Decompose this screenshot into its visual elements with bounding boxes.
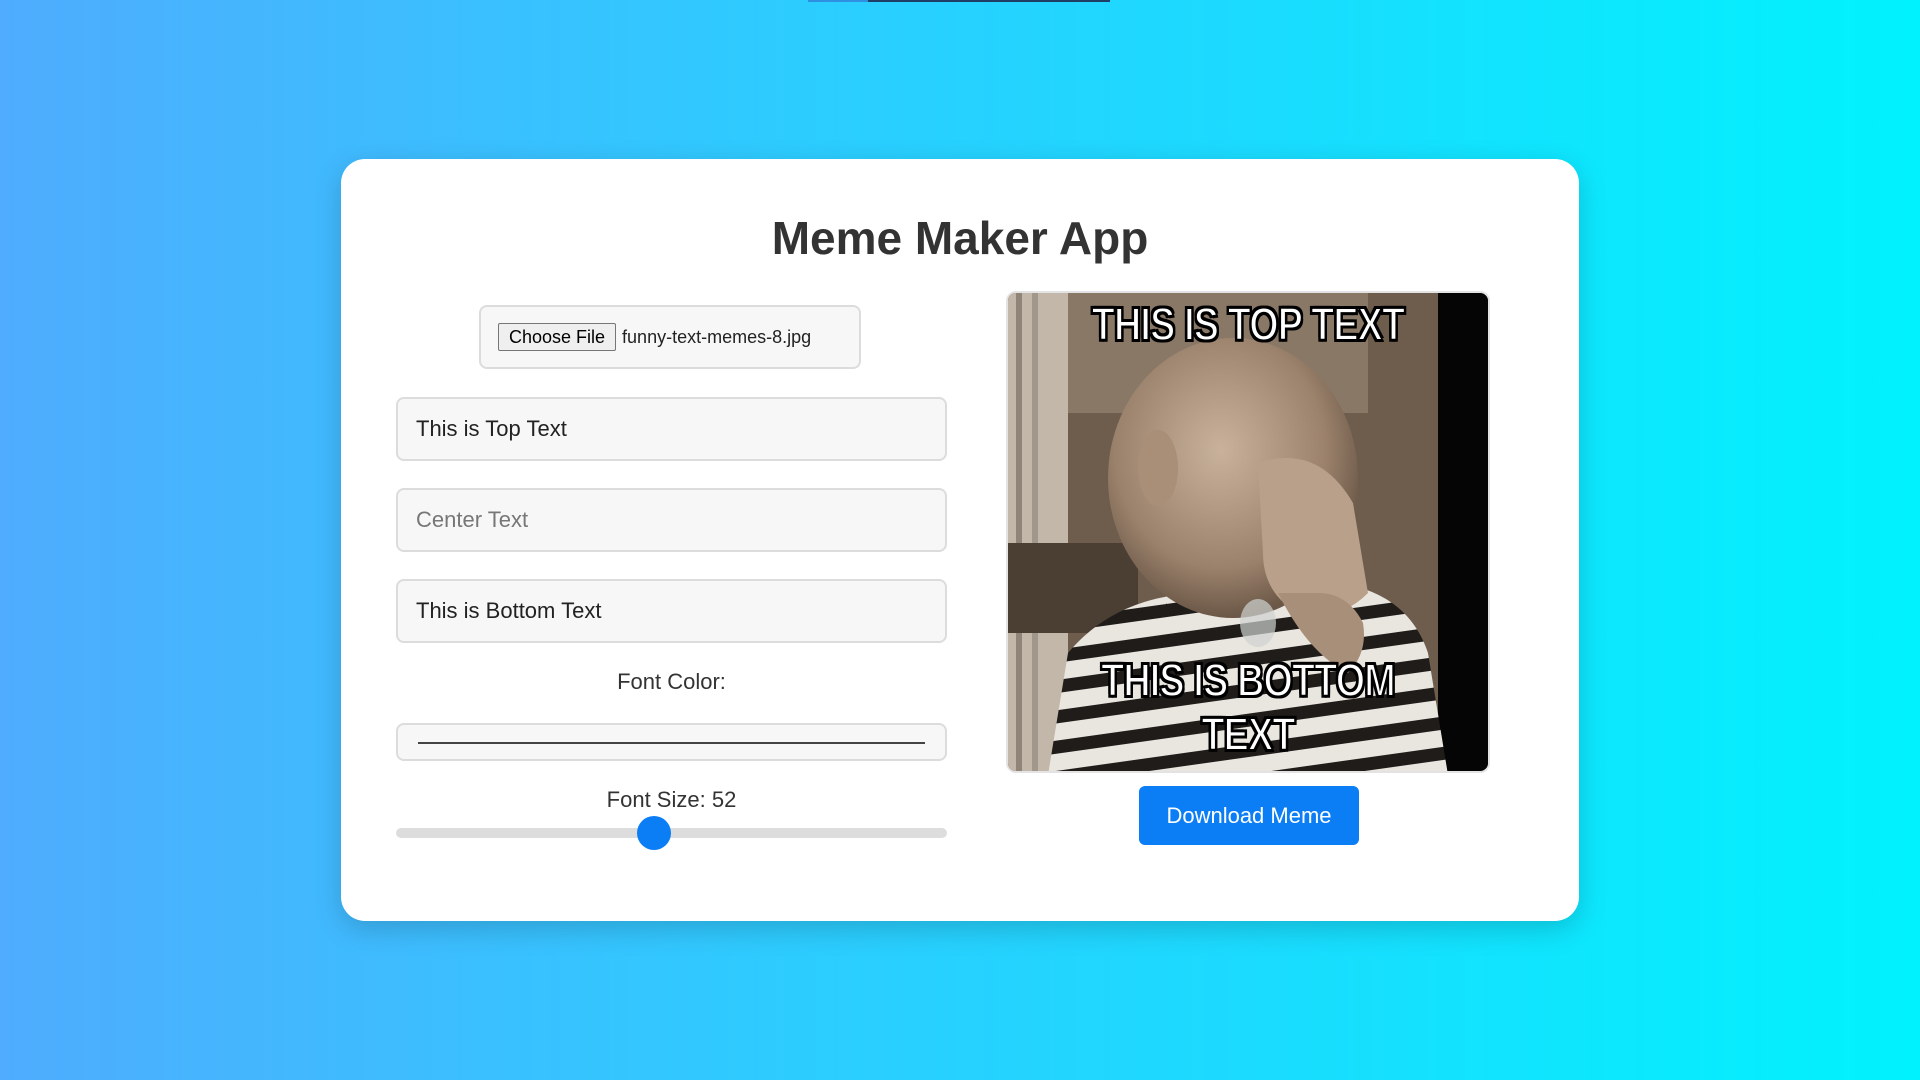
font-size-label: Font Size: 52 (606, 787, 737, 812)
top-text-input[interactable] (396, 397, 947, 461)
font-color-swatch (418, 742, 925, 744)
download-meme-button[interactable]: Download Meme (1139, 786, 1359, 845)
meme-preview: THIS IS TOP TEXT THIS IS BOTTOM TEXT (1006, 291, 1490, 773)
meme-bottom-caption: THIS IS BOTTOM TEXT (1100, 653, 1396, 761)
bottom-text-input[interactable] (396, 579, 947, 643)
font-color-label: Font Color: (617, 669, 726, 694)
meme-top-caption: THIS IS TOP TEXT (1091, 297, 1406, 351)
meme-maker-card: Meme Maker App Choose File funny-text-me… (341, 159, 1579, 921)
page-title: Meme Maker App (771, 212, 1149, 264)
file-picker[interactable]: Choose File funny-text-memes-8.jpg (479, 305, 861, 369)
center-text-input[interactable] (396, 488, 947, 552)
top-edge-strip (808, 0, 1110, 2)
selected-file-name: funny-text-memes-8.jpg (622, 326, 812, 347)
font-size-slider[interactable] (396, 816, 947, 850)
font-color-picker[interactable] (396, 723, 947, 761)
choose-file-button[interactable]: Choose File (498, 323, 617, 351)
font-size-slider-thumb[interactable] (637, 816, 672, 850)
